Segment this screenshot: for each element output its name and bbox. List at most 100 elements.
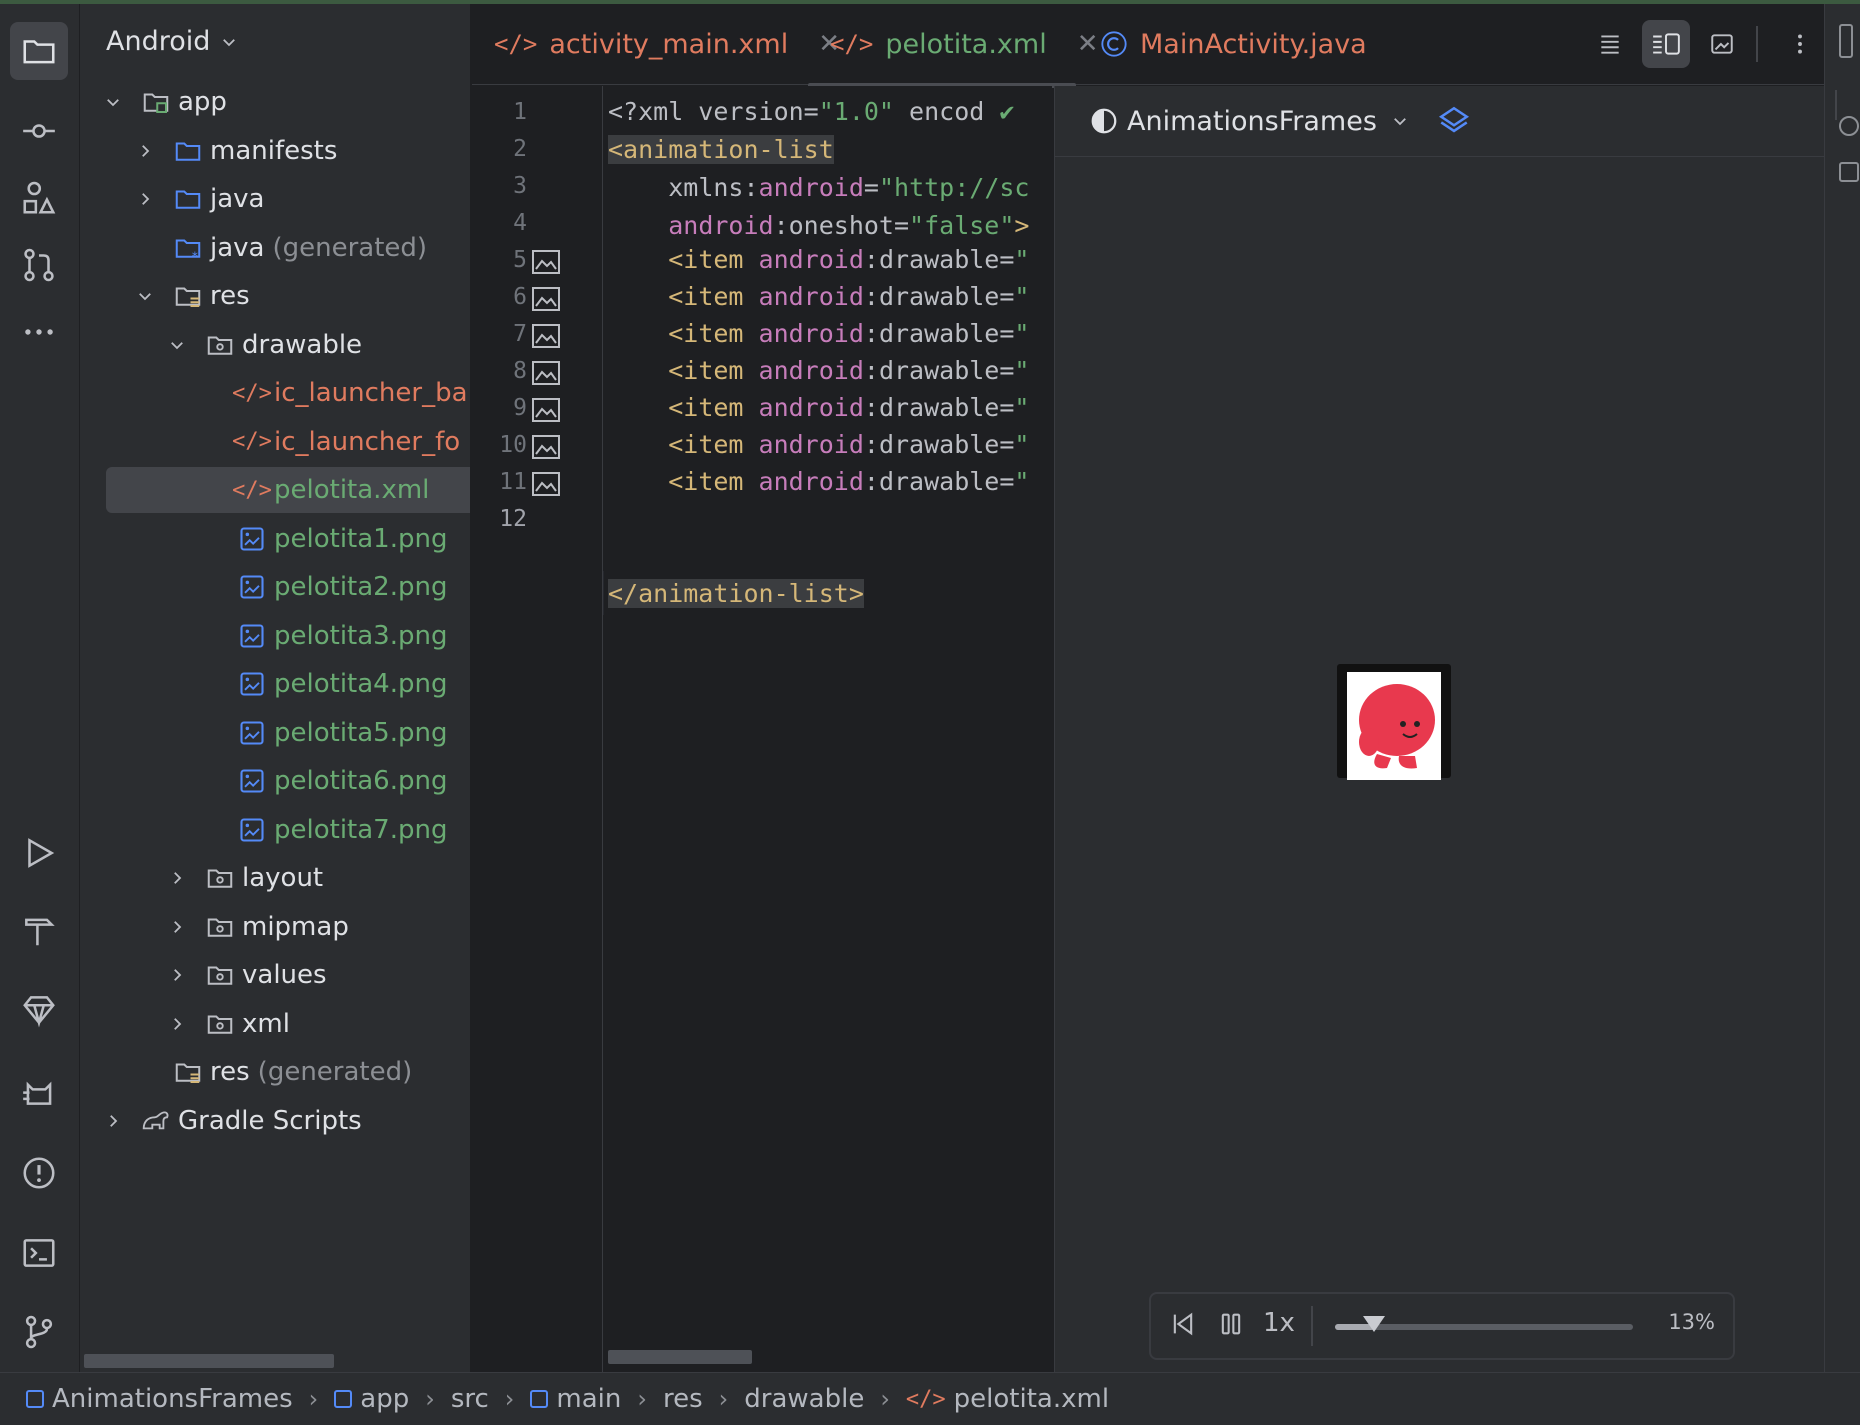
terminal-button[interactable]	[10, 1224, 68, 1282]
layers-icon[interactable]	[1437, 104, 1471, 138]
tree-item[interactable]: pelotita5.png	[80, 710, 447, 756]
progress-percent: 13%	[1668, 1310, 1715, 1334]
tree-item[interactable]: </> ic_launcher_fo	[80, 419, 460, 465]
project-view-selector[interactable]: Android	[106, 26, 238, 57]
chevron-right-icon[interactable]	[100, 1108, 126, 1134]
drawable-preview-icon[interactable]	[532, 398, 560, 422]
tree-item[interactable]: pelotita7.png	[80, 807, 447, 853]
chevron-right-icon[interactable]	[164, 962, 190, 988]
tree-item[interactable]: pelotita6.png	[80, 758, 447, 804]
tree-item[interactable]: drawable	[80, 322, 362, 368]
run-button[interactable]	[10, 824, 68, 882]
tree-item[interactable]: res (generated)	[80, 1049, 412, 1095]
tree-item[interactable]: xml	[80, 1001, 290, 1047]
chevron-down-icon	[1394, 118, 1406, 126]
tree-item[interactable]: java	[80, 176, 264, 222]
project-tool-button[interactable]	[10, 22, 68, 80]
tree-item[interactable]: res	[80, 273, 250, 319]
progress-handle[interactable]	[1363, 1316, 1385, 1332]
tree-item[interactable]: Gradle Scripts	[80, 1098, 362, 1144]
editor-options-button[interactable]	[1776, 20, 1824, 68]
package-folder-icon	[204, 329, 236, 361]
tree-item[interactable]: pelotita2.png	[80, 564, 447, 610]
tree-item[interactable]: app	[80, 79, 227, 125]
speed-selector[interactable]: 1x	[1263, 1308, 1295, 1338]
drawable-preview-icon[interactable]	[532, 250, 560, 274]
xml-icon: </>	[905, 1386, 946, 1412]
project-scrollbar[interactable]	[84, 1354, 334, 1368]
tree-item[interactable]: </> ic_launcher_ba	[80, 370, 468, 416]
restart-button[interactable]	[1169, 1310, 1197, 1345]
drawable-preview-icon[interactable]	[532, 324, 560, 348]
chevron-right-icon[interactable]	[164, 1011, 190, 1037]
package-folder-icon	[204, 911, 236, 943]
animation-frame	[1337, 664, 1451, 780]
chevron-right-icon[interactable]	[164, 865, 190, 891]
terminal-icon	[23, 1239, 55, 1267]
breadcrumb-item[interactable]: app	[334, 1384, 409, 1414]
chevron-right-icon[interactable]	[132, 186, 158, 212]
chevron-right-icon[interactable]	[132, 138, 158, 164]
tab-pelotita[interactable]: </> pelotita.xml ✕	[830, 4, 1099, 84]
device-manager-icon[interactable]	[1839, 24, 1853, 58]
tree-item-label: mipmap	[242, 911, 349, 942]
problems-button[interactable]	[10, 1144, 68, 1202]
tree-item[interactable]: * java (generated)	[80, 225, 427, 271]
more-tools-button[interactable]	[10, 303, 68, 361]
close-icon[interactable]: ✕	[1077, 29, 1099, 59]
gem-icon	[23, 996, 55, 1028]
logcat-button[interactable]	[10, 1062, 68, 1120]
code-view-button[interactable]	[1586, 20, 1634, 68]
breadcrumb-item[interactable]: main	[530, 1384, 621, 1414]
pause-button[interactable]	[1217, 1310, 1245, 1345]
tree-item[interactable]: mipmap	[80, 904, 349, 950]
drawable-preview-icon[interactable]	[532, 472, 560, 496]
tree-item[interactable]: layout	[80, 855, 323, 901]
design-view-button[interactable]	[1698, 20, 1746, 68]
config-selector[interactable]: AnimationsFrames	[1127, 106, 1377, 137]
breadcrumb-item[interactable]: res	[663, 1384, 703, 1414]
drawable-preview-icon[interactable]	[532, 361, 560, 385]
resource-manager-button[interactable]	[10, 169, 68, 227]
breadcrumb-item[interactable]: </> pelotita.xml	[906, 1384, 1109, 1414]
pull-requests-button[interactable]	[10, 236, 68, 294]
breadcrumb-item[interactable]: AnimationsFrames	[26, 1384, 293, 1414]
gemini-button[interactable]	[10, 981, 68, 1039]
speed-label: 1x	[1263, 1308, 1295, 1338]
tree-item[interactable]: </> pelotita.xml	[106, 467, 470, 513]
tree-item[interactable]: pelotita3.png	[80, 613, 447, 659]
split-view-button[interactable]	[1642, 20, 1690, 68]
tree-item[interactable]: pelotita4.png	[80, 661, 447, 707]
folder-icon	[23, 40, 55, 64]
chevron-down-icon[interactable]	[164, 332, 190, 358]
editor-scrollbar[interactable]	[608, 1350, 752, 1364]
notifications-icon[interactable]	[1839, 116, 1859, 136]
chevron-down-icon[interactable]	[132, 283, 158, 309]
theme-icon[interactable]	[1089, 106, 1119, 136]
tree-item-label: pelotita.xml	[274, 475, 430, 505]
tab-main-activity[interactable]: MainActivity.java	[1100, 4, 1367, 84]
tree-item[interactable]: values	[80, 952, 327, 998]
tree-item[interactable]: pelotita1.png	[80, 516, 447, 562]
module-folder-icon	[140, 86, 172, 118]
code-editor[interactable]: <?xml version="1.0" encod ✔ <animation-l…	[604, 86, 1052, 1372]
tab-activity-main[interactable]: </> activity_main.xml ✕	[494, 4, 840, 84]
lines-icon	[1601, 35, 1619, 54]
drawable-preview-icon[interactable]	[532, 287, 560, 311]
chevron-down-icon[interactable]	[100, 89, 126, 115]
chevron-right-icon[interactable]	[164, 914, 190, 940]
tab-label: pelotita.xml	[885, 28, 1047, 60]
drawable-preview-icon[interactable]	[532, 435, 560, 459]
version-control-button[interactable]	[10, 1303, 68, 1361]
commit-tool-button[interactable]	[10, 102, 68, 160]
tree-item-label: ic_launcher_ba	[274, 378, 468, 408]
breadcrumb-item[interactable]: src	[451, 1384, 489, 1414]
module-icon	[334, 1390, 353, 1408]
breadcrumb-item[interactable]: drawable	[744, 1384, 864, 1414]
package-folder-icon	[204, 862, 236, 894]
build-button[interactable]	[10, 902, 68, 960]
tree-item[interactable]: manifests	[80, 128, 337, 174]
gradle-icon[interactable]	[1839, 162, 1859, 182]
